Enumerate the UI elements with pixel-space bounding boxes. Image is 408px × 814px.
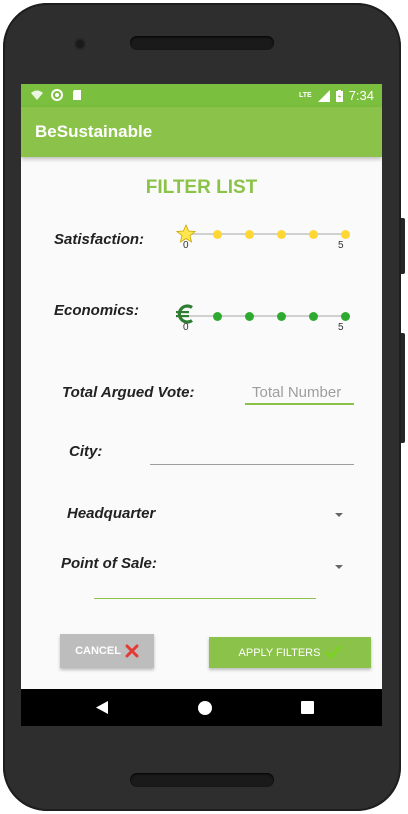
economics-min-label: 0	[183, 322, 189, 333]
apply-filters-label: APPLY FILTERS	[238, 646, 321, 659]
point-of-sale-label: Point of Sale:	[61, 555, 157, 572]
recents-icon	[300, 701, 314, 714]
city-underline	[150, 464, 354, 465]
volume-button	[401, 218, 405, 274]
total-argued-vote-underline	[245, 403, 354, 405]
nav-home[interactable]	[185, 689, 225, 726]
slider-step-dot	[340, 229, 350, 239]
wifi-icon	[31, 90, 43, 100]
cross-icon	[125, 644, 139, 658]
slider-step-dot	[308, 311, 318, 321]
navigation-bar	[21, 689, 382, 726]
app-bar: BeSustainable	[21, 107, 382, 157]
slider-step-dot	[276, 311, 286, 321]
headquarter-dropdown[interactable]: Headquarter	[61, 501, 351, 527]
city-label: City:	[69, 443, 103, 460]
app-title: BeSustainable	[35, 122, 153, 141]
headquarter-label: Headquarter	[67, 505, 156, 522]
slider-step-dot	[245, 229, 255, 239]
apply-filters-button[interactable]: APPLY FILTERS	[209, 637, 371, 668]
screen: LTE 7:34 BeSustainable FILTER LIST Satis…	[21, 84, 382, 726]
sd-card-icon	[73, 90, 81, 100]
point-of-sale-arrow-icon	[335, 565, 343, 569]
front-camera	[76, 40, 84, 48]
signal-icon	[317, 89, 330, 102]
top-speaker	[130, 36, 274, 50]
filter-heading: FILTER LIST	[145, 177, 258, 198]
network-label: LTE	[298, 92, 312, 99]
slider-step-dot	[213, 229, 223, 239]
total-argued-vote-label: Total Argued Vote:	[62, 384, 195, 401]
battery-icon	[335, 89, 343, 102]
slider-step-dot	[245, 311, 255, 321]
check-icon	[326, 646, 342, 659]
nav-recents[interactable]	[287, 689, 327, 726]
nav-back[interactable]	[82, 689, 122, 726]
satisfaction-track	[186, 233, 345, 235]
power-button	[401, 333, 405, 443]
city-input[interactable]	[150, 440, 354, 464]
clock: 7:34	[348, 88, 374, 103]
status-bar: LTE 7:34	[21, 84, 382, 107]
slider-step-dot	[276, 229, 286, 239]
point-of-sale-dropdown[interactable]	[321, 556, 351, 578]
slider-step-dot	[308, 229, 318, 239]
economics-slider[interactable]: 0 5	[176, 304, 356, 338]
phone-frame: LTE 7:34 BeSustainable FILTER LIST Satis…	[3, 3, 405, 811]
satisfaction-slider[interactable]: 0 5	[176, 224, 356, 256]
headquarter-arrow-icon	[335, 513, 343, 517]
cancel-button[interactable]: CANCEL	[60, 634, 154, 668]
slider-step-dot	[340, 311, 350, 321]
sync-icon	[51, 89, 63, 101]
economics-track	[186, 315, 345, 317]
home-icon	[198, 700, 212, 715]
slider-step-dot	[213, 311, 223, 321]
back-icon	[96, 701, 108, 714]
point-of-sale-underline	[94, 598, 316, 599]
bottom-speaker	[130, 773, 274, 787]
economics-label: Economics:	[54, 302, 140, 319]
total-argued-vote-input[interactable]: Total Number	[252, 384, 341, 401]
economics-max-label: 5	[338, 322, 344, 333]
satisfaction-min-label: 0	[183, 240, 189, 251]
cancel-label: CANCEL	[75, 645, 121, 657]
satisfaction-max-label: 5	[338, 240, 344, 251]
satisfaction-label: Satisfaction:	[54, 231, 145, 248]
